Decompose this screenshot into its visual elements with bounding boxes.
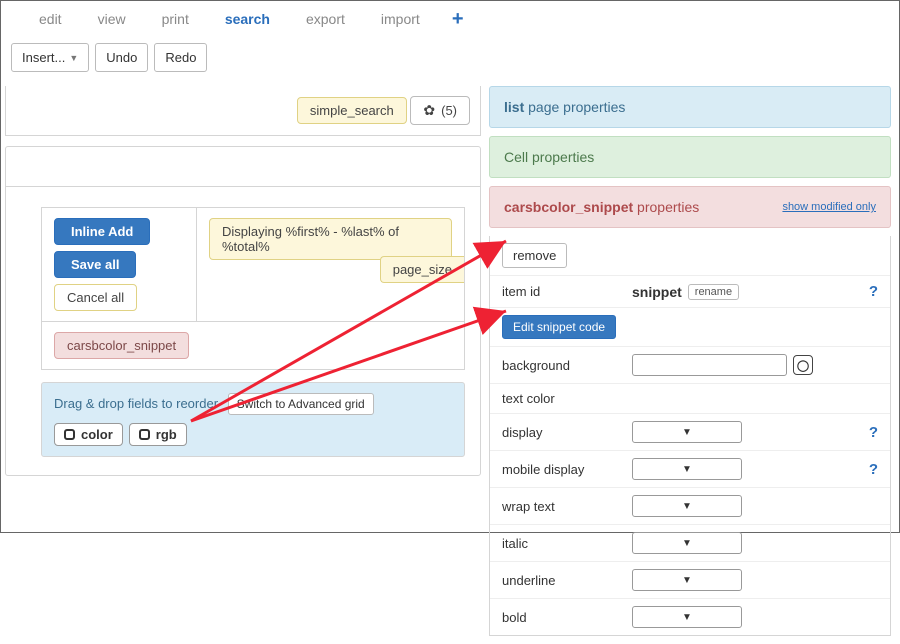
canvas-area: simple_search ✿ (5) Inline Add Save all … bbox=[1, 86, 489, 644]
undo-button[interactable]: Undo bbox=[95, 43, 148, 72]
background-input[interactable] bbox=[632, 354, 787, 376]
bold-select[interactable]: ▼ bbox=[632, 606, 742, 628]
grid-panel: Inline Add Save all Cancel all Displayin… bbox=[5, 146, 481, 476]
add-tab-button[interactable]: + bbox=[438, 8, 478, 31]
snippet-properties-header[interactable]: carsbcolor_snippet properties show modif… bbox=[489, 186, 891, 228]
simple-search-chip[interactable]: simple_search bbox=[297, 97, 407, 124]
prop-bold: bold ▼ bbox=[490, 599, 890, 635]
prop-item-id: item id snippet rename ? bbox=[490, 276, 890, 308]
properties-panel: remove item id snippet rename ? Edit sni… bbox=[489, 236, 891, 636]
edit-snippet-code-button[interactable]: Edit snippet code bbox=[502, 315, 616, 339]
field-chip-color[interactable]: color bbox=[54, 423, 123, 446]
properties-area: list page properties Cell properties car… bbox=[489, 86, 899, 644]
handle-icon bbox=[64, 429, 75, 440]
italic-select[interactable]: ▼ bbox=[632, 532, 742, 554]
tab-import[interactable]: import bbox=[363, 7, 438, 31]
handle-icon bbox=[139, 429, 150, 440]
prop-wrap: wrap text ▼ bbox=[490, 488, 890, 525]
insert-label: Insert... bbox=[22, 50, 65, 65]
fields-reorder-panel: Drag & drop fields to reorder Switch to … bbox=[41, 382, 465, 457]
rename-button[interactable]: rename bbox=[688, 284, 739, 300]
grid-inner: Inline Add Save all Cancel all Displayin… bbox=[41, 207, 465, 370]
tab-print[interactable]: print bbox=[144, 7, 207, 31]
cell-properties-header[interactable]: Cell properties bbox=[489, 136, 891, 178]
prop-text-color: text color bbox=[490, 384, 890, 414]
snippet-chip[interactable]: carsbcolor_snippet bbox=[54, 332, 189, 359]
help-icon[interactable]: ? bbox=[869, 283, 878, 300]
settings-count: (5) bbox=[441, 103, 457, 118]
item-id-value: snippet bbox=[632, 284, 682, 300]
field-chip-rgb[interactable]: rgb bbox=[129, 423, 187, 446]
dnd-title: Drag & drop fields to reorder bbox=[54, 396, 218, 411]
search-strip: simple_search ✿ (5) bbox=[5, 86, 481, 136]
redo-button[interactable]: Redo bbox=[154, 43, 207, 72]
tab-search[interactable]: search bbox=[207, 7, 288, 31]
prop-mobile-display: mobile display ▼ ? bbox=[490, 451, 890, 488]
wrap-select[interactable]: ▼ bbox=[632, 495, 742, 517]
prop-background: background ◯ bbox=[490, 347, 890, 384]
prop-italic: italic ▼ bbox=[490, 525, 890, 562]
top-tabs: edit view print search export import + bbox=[1, 1, 899, 35]
chevron-down-icon: ▼ bbox=[69, 53, 78, 63]
prop-underline: underline ▼ bbox=[490, 562, 890, 599]
help-icon[interactable]: ? bbox=[869, 424, 878, 441]
gear-icon: ✿ bbox=[423, 102, 435, 119]
page-size-chip[interactable]: page_size bbox=[380, 256, 464, 283]
tab-view[interactable]: view bbox=[80, 7, 144, 31]
tab-export[interactable]: export bbox=[288, 7, 363, 31]
color-picker-button[interactable]: ◯ bbox=[793, 355, 813, 375]
inline-add-button[interactable]: Inline Add bbox=[54, 218, 150, 245]
displaying-chip[interactable]: Displaying %first% - %last% of %total% bbox=[209, 218, 452, 260]
show-modified-link[interactable]: show modified only bbox=[782, 201, 876, 213]
list-properties-header[interactable]: list page properties bbox=[489, 86, 891, 128]
cancel-all-button[interactable]: Cancel all bbox=[54, 284, 137, 311]
settings-button[interactable]: ✿ (5) bbox=[410, 96, 470, 125]
prop-display: display ▼ ? bbox=[490, 414, 890, 451]
help-icon[interactable]: ? bbox=[869, 461, 878, 478]
switch-grid-button[interactable]: Switch to Advanced grid bbox=[228, 393, 374, 415]
remove-button[interactable]: remove bbox=[502, 243, 567, 268]
toolbar: Insert... ▼ Undo Redo bbox=[1, 35, 899, 86]
display-select[interactable]: ▼ bbox=[632, 421, 742, 443]
mobile-display-select[interactable]: ▼ bbox=[632, 458, 742, 480]
underline-select[interactable]: ▼ bbox=[632, 569, 742, 591]
save-all-button[interactable]: Save all bbox=[54, 251, 136, 278]
tab-edit[interactable]: edit bbox=[21, 7, 80, 31]
insert-menu[interactable]: Insert... ▼ bbox=[11, 43, 89, 72]
